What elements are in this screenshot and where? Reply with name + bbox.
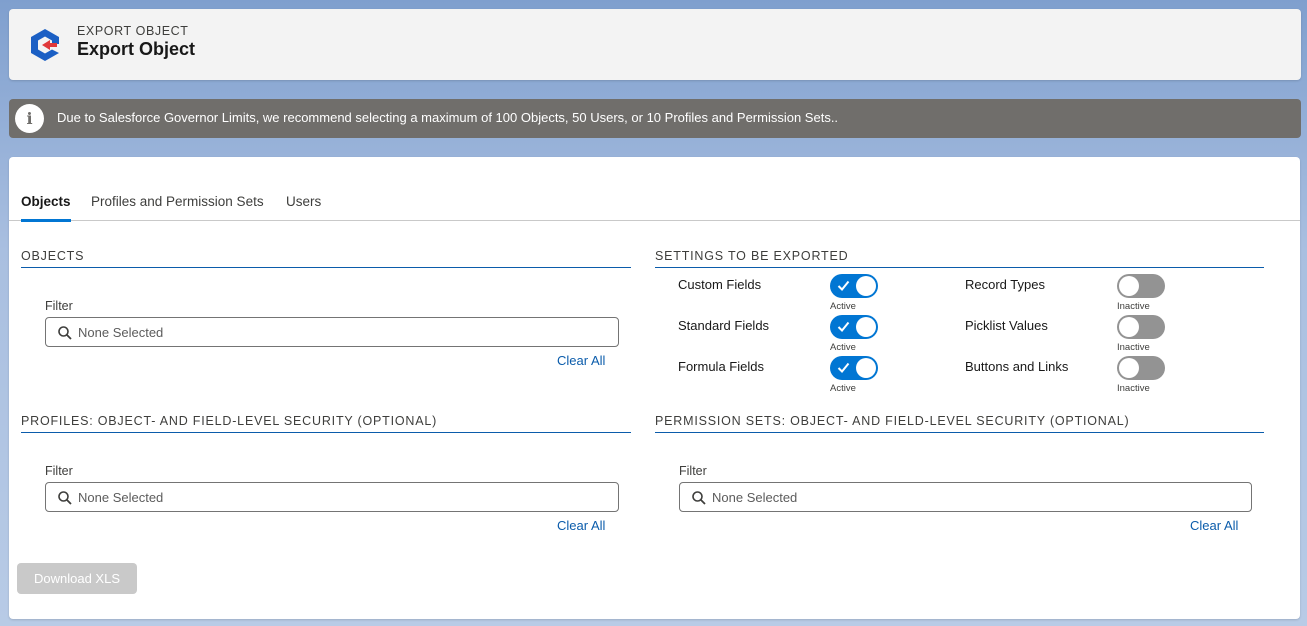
profiles-filter-placeholder: None Selected — [78, 490, 164, 505]
profiles-filter-label: Filter — [45, 464, 73, 478]
check-icon — [837, 362, 850, 373]
page-title: Export Object — [77, 39, 196, 59]
record-types-state: Inactive — [1117, 301, 1150, 312]
banner-text: Due to Salesforce Governor Limits, we re… — [57, 110, 839, 125]
picklist-values-state: Inactive — [1117, 342, 1150, 353]
picklist-values-label: Picklist Values — [965, 318, 1048, 333]
permission-sets-clear-all-link[interactable]: Clear All — [1190, 518, 1238, 533]
profiles-clear-all-link[interactable]: Clear All — [557, 518, 605, 533]
export-object-logo — [31, 29, 59, 61]
check-icon — [837, 321, 850, 332]
standard-fields-state: Active — [830, 342, 856, 353]
permission-sets-filter-label: Filter — [679, 464, 707, 478]
tab-users[interactable]: Users — [286, 194, 321, 219]
toggle-knob — [856, 276, 876, 296]
profiles-section-title: PROFILES: OBJECT- AND FIELD-LEVEL SECURI… — [21, 414, 631, 433]
search-icon — [58, 491, 72, 505]
info-icon: i — [15, 104, 44, 133]
info-banner: i Due to Salesforce Governor Limits, we … — [9, 99, 1301, 138]
formula-fields-label: Formula Fields — [678, 359, 764, 374]
tab-profiles-and-permission-sets[interactable]: Profiles and Permission Sets — [91, 194, 264, 219]
toggle-knob — [1119, 317, 1139, 337]
tab-bar: Objects Profiles and Permission Sets Use… — [9, 186, 1300, 222]
buttons-and-links-toggle[interactable] — [1117, 356, 1165, 380]
objects-filter-label: Filter — [45, 299, 73, 313]
tab-objects[interactable]: Objects — [21, 194, 71, 222]
check-icon — [837, 280, 850, 291]
objects-clear-all-link[interactable]: Clear All — [557, 353, 605, 368]
formula-fields-state: Active — [830, 383, 856, 394]
formula-fields-toggle[interactable] — [830, 356, 878, 380]
record-types-toggle[interactable] — [1117, 274, 1165, 298]
picklist-values-toggle[interactable] — [1117, 315, 1165, 339]
search-icon — [58, 326, 72, 340]
toggle-knob — [1119, 358, 1139, 378]
main-card: Objects Profiles and Permission Sets Use… — [9, 157, 1300, 619]
permission-sets-section-title: PERMISSION SETS: OBJECT- AND FIELD-LEVEL… — [655, 414, 1264, 433]
buttons-and-links-state: Inactive — [1117, 383, 1150, 394]
custom-fields-state: Active — [830, 301, 856, 312]
objects-section-title: OBJECTS — [21, 249, 631, 268]
custom-fields-label: Custom Fields — [678, 277, 762, 292]
toggle-knob — [1119, 276, 1139, 296]
buttons-and-links-label: Buttons and Links — [965, 359, 1069, 374]
permission-sets-filter-input[interactable]: None Selected — [679, 482, 1252, 512]
standard-fields-label: Standard Fields — [678, 318, 770, 333]
toggle-knob — [856, 358, 876, 378]
record-types-label: Record Types — [965, 277, 1045, 292]
profiles-filter-input[interactable]: None Selected — [45, 482, 619, 512]
standard-fields-toggle[interactable] — [830, 315, 878, 339]
objects-filter-placeholder: None Selected — [78, 325, 164, 340]
search-icon — [692, 491, 706, 505]
custom-fields-toggle[interactable] — [830, 274, 878, 298]
download-xls-button[interactable]: Download XLS — [17, 563, 137, 594]
settings-section-title: SETTINGS TO BE EXPORTED — [655, 249, 1264, 268]
header-eyebrow: EXPORT OBJECT — [77, 24, 189, 38]
objects-filter-input[interactable]: None Selected — [45, 317, 619, 347]
toggle-knob — [856, 317, 876, 337]
permission-sets-filter-placeholder: None Selected — [712, 490, 798, 505]
page-header: EXPORT OBJECT Export Object — [9, 9, 1301, 80]
